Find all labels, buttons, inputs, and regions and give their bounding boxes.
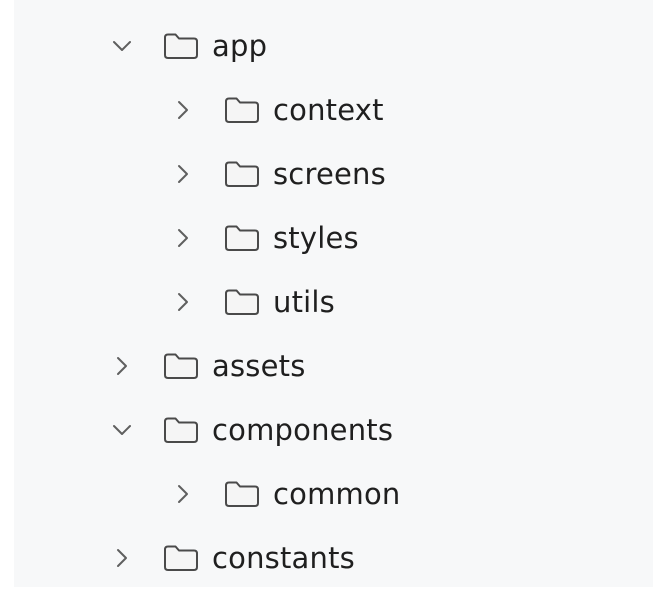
folder-icon (223, 95, 261, 125)
tree-item-assets[interactable]: assets (14, 334, 653, 398)
chevron-right-icon[interactable] (108, 352, 136, 380)
tree-item-label: constants (212, 540, 355, 575)
tree-item-context[interactable]: context (14, 78, 653, 142)
tree-item-constants[interactable]: constants (14, 526, 653, 590)
chevron-down-icon[interactable] (108, 416, 136, 444)
tree-item-label: styles (273, 220, 359, 255)
tree-item-label: context (273, 92, 384, 127)
tree-item-label: screens (273, 156, 386, 191)
tree-item-utils[interactable]: utils (14, 270, 653, 334)
file-explorer-panel: app context screens styles utils assets … (0, 0, 653, 587)
folder-icon (223, 159, 261, 189)
tree-item-label: assets (212, 348, 306, 383)
tree-item-label: utils (273, 284, 335, 319)
folder-icon (162, 543, 200, 573)
file-tree: app context screens styles utils assets … (14, 14, 653, 590)
chevron-right-icon[interactable] (169, 224, 197, 252)
chevron-right-icon[interactable] (169, 480, 197, 508)
folder-icon (162, 31, 200, 61)
chevron-right-icon[interactable] (108, 544, 136, 572)
chevron-right-icon[interactable] (169, 96, 197, 124)
folder-icon (223, 479, 261, 509)
chevron-right-icon[interactable] (169, 288, 197, 316)
tree-item-styles[interactable]: styles (14, 206, 653, 270)
folder-icon (162, 351, 200, 381)
tree-item-screens[interactable]: screens (14, 142, 653, 206)
tree-item-common[interactable]: common (14, 462, 653, 526)
tree-item-label: components (212, 412, 394, 447)
folder-icon (223, 223, 261, 253)
folder-icon (162, 415, 200, 445)
chevron-down-icon[interactable] (108, 32, 136, 60)
tree-item-label: app (212, 28, 268, 63)
chevron-right-icon[interactable] (169, 160, 197, 188)
tree-item-label: common (273, 476, 401, 511)
folder-icon (223, 287, 261, 317)
tree-item-components[interactable]: components (14, 398, 653, 462)
tree-item-app[interactable]: app (14, 14, 653, 78)
